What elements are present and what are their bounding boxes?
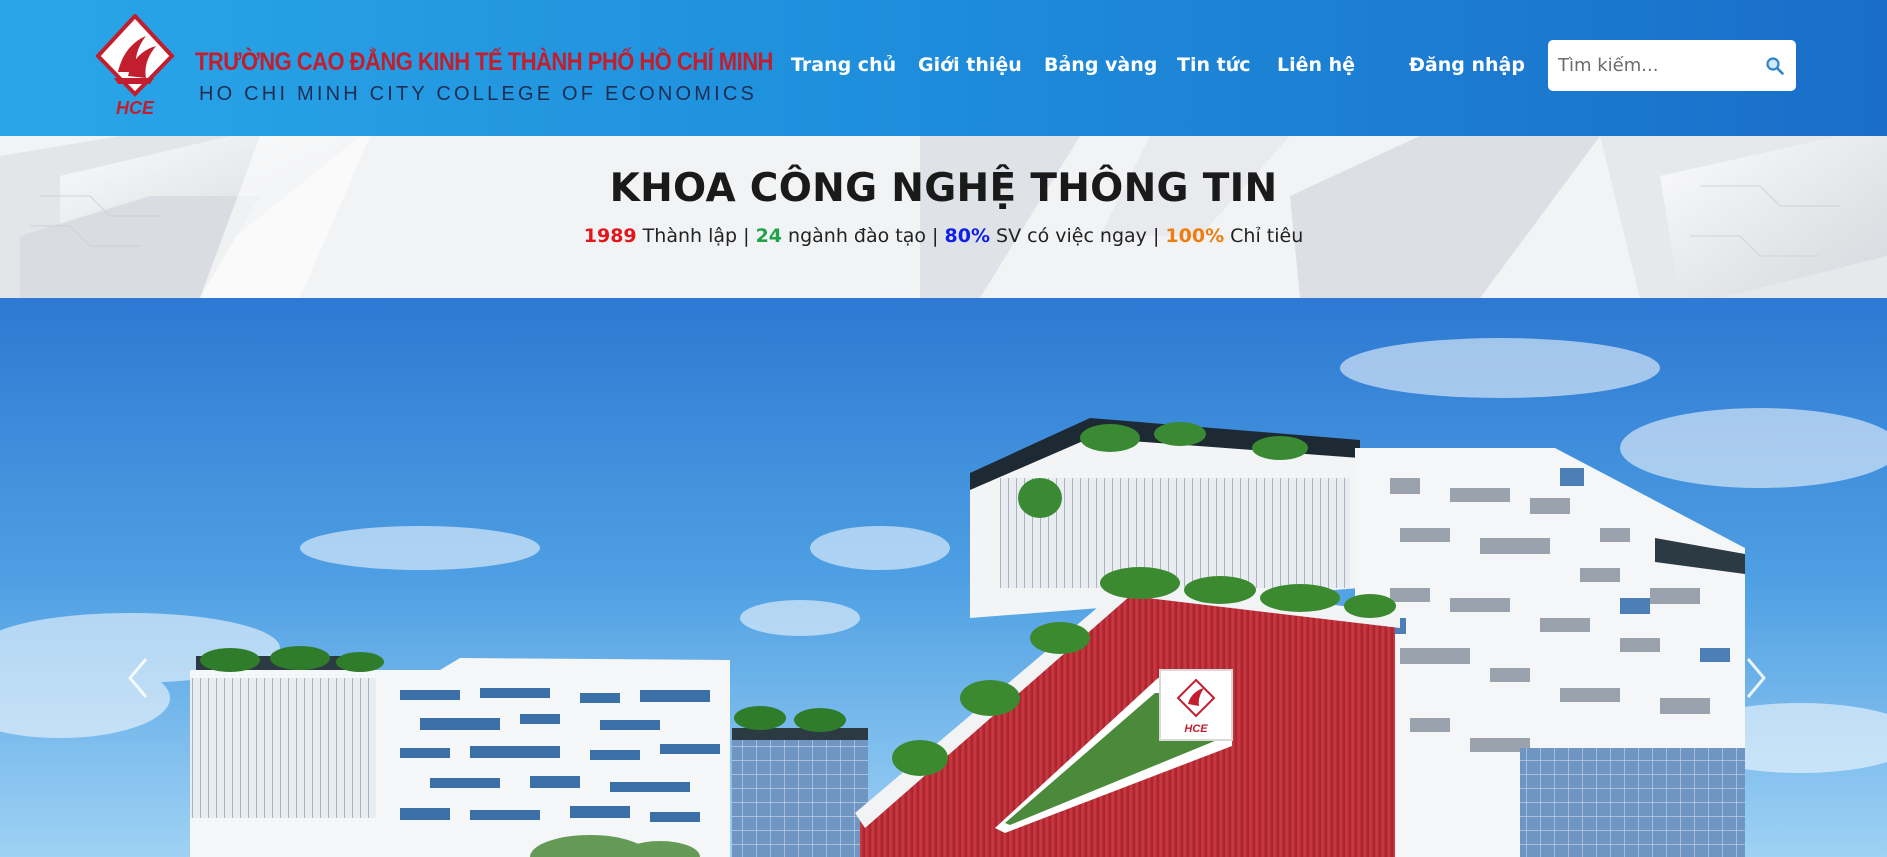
search-box xyxy=(1548,40,1796,91)
department-banner: KHOA CÔNG NGHỆ THÔNG TIN 1989 Thành lập … xyxy=(0,136,1887,298)
school-name-vietnamese: TRƯỜNG CAO ĐẲNG KINH TẾ THÀNH PHỐ HỒ CHÍ… xyxy=(195,48,773,76)
stat-employment-rate: 80% xyxy=(944,225,990,247)
school-name-english: HO CHI MINH CITY COLLEGE OF ECONOMICS xyxy=(199,83,758,105)
site-logo[interactable]: HCE TRƯỜNG CAO ĐẲNG KINH TẾ THÀNH PHỐ HỒ… xyxy=(94,14,773,120)
stat-separator: | xyxy=(1146,225,1166,247)
login-link[interactable]: Đăng nhập xyxy=(1409,54,1525,76)
chevron-right-icon xyxy=(1746,658,1766,698)
stat-founded-year: 1989 xyxy=(583,225,637,247)
nav-item-news[interactable]: Tin tức xyxy=(1177,54,1251,76)
nav-item-home[interactable]: Trang chủ xyxy=(791,54,896,76)
logo-text: HCE xyxy=(116,98,155,118)
stat-separator: | xyxy=(926,225,945,247)
carousel-next-button[interactable] xyxy=(1734,653,1774,703)
chevron-left-icon xyxy=(128,658,148,698)
site-header: HCE TRƯỜNG CAO ĐẲNG KINH TẾ THÀNH PHỐ HỒ… xyxy=(0,0,1887,136)
department-title: KHOA CÔNG NGHỆ THÔNG TIN xyxy=(609,166,1278,211)
nav-item-honor-board[interactable]: Bảng vàng xyxy=(1044,54,1157,76)
carousel-prev-button[interactable] xyxy=(120,653,160,703)
stat-quota-label: Chỉ tiêu xyxy=(1224,225,1304,247)
nav-item-about[interactable]: Giới thiệu xyxy=(918,54,1022,76)
hero-carousel: HCE xyxy=(0,298,1887,857)
stat-quota-rate: 100% xyxy=(1165,225,1225,247)
stat-founded-label: Thành lập xyxy=(636,225,738,247)
banner-pattern xyxy=(0,136,1887,298)
stat-employment-label: SV có việc ngay xyxy=(989,225,1147,247)
hce-logo-icon: HCE xyxy=(95,14,175,118)
stat-separator: | xyxy=(737,225,756,247)
search-input[interactable] xyxy=(1558,40,1758,91)
svg-text:HCE: HCE xyxy=(1184,723,1208,735)
campus-building-image: HCE xyxy=(0,298,1887,857)
nav-item-contact[interactable]: Liên hệ xyxy=(1277,54,1355,76)
stat-programs-label: ngành đào tạo xyxy=(782,225,927,247)
search-icon[interactable] xyxy=(1765,56,1785,76)
department-stats: 1989 Thành lập | 24 ngành đào tạo | 80% … xyxy=(0,225,1887,247)
stat-programs-count: 24 xyxy=(755,225,783,247)
